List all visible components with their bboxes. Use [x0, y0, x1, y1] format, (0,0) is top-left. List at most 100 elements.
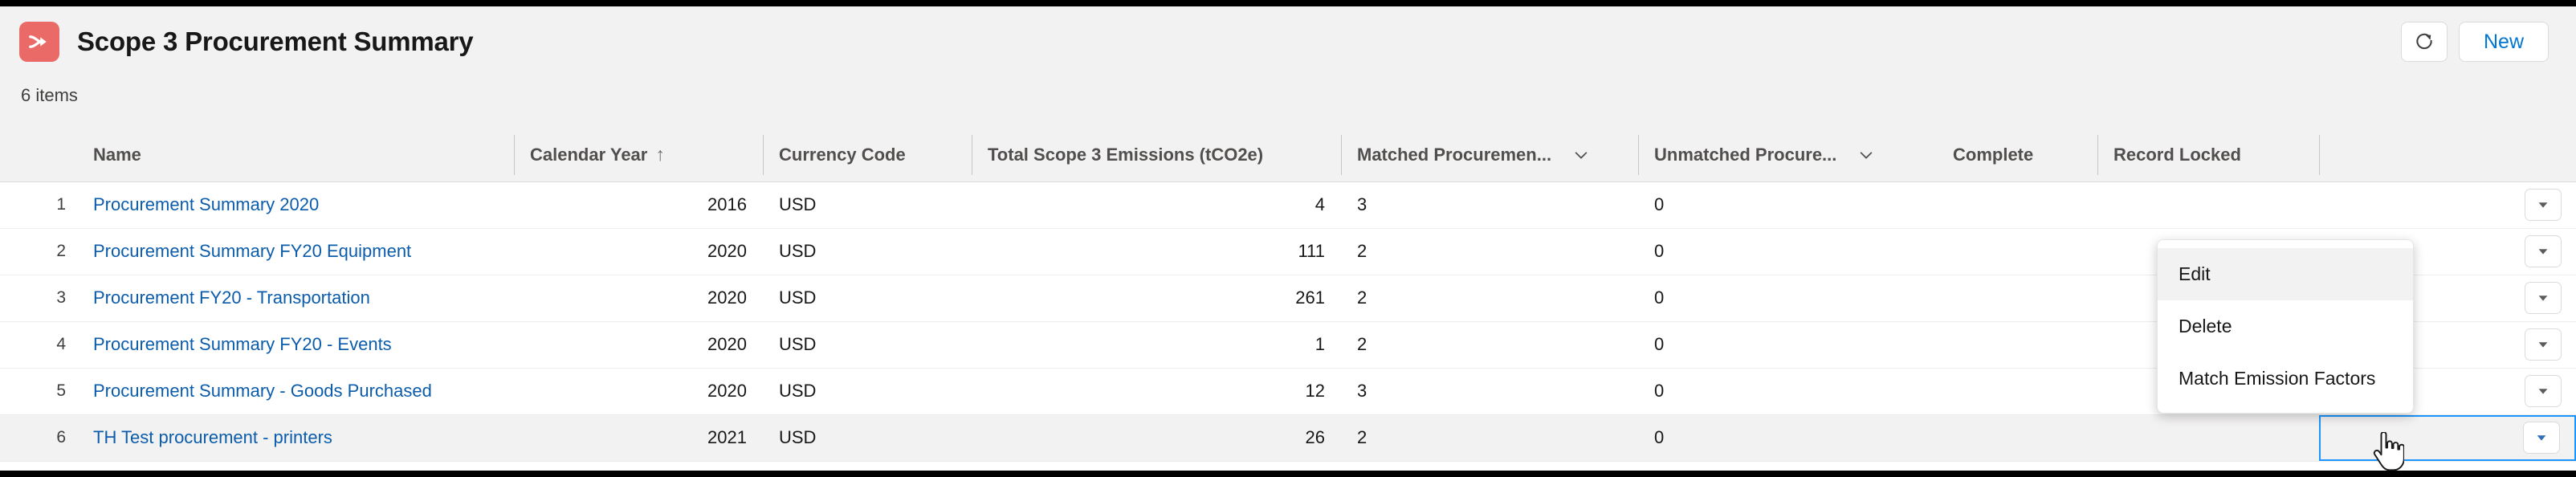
- caret-down-icon: [2534, 430, 2549, 445]
- row-actions-button[interactable]: [2523, 422, 2560, 454]
- cell-name[interactable]: Procurement Summary 2020: [77, 181, 514, 229]
- cell-complete: [1937, 228, 2097, 275]
- merge-arrow-icon: [19, 22, 59, 62]
- cell-currency-code: USD: [763, 414, 972, 462]
- column-header-matched-procurement-label: Matched Procuremen...: [1357, 144, 1552, 165]
- row-actions-menu: Edit Delete Match Emission Factors: [2157, 239, 2414, 414]
- record-link[interactable]: Procurement Summary FY20 - Events: [93, 334, 392, 354]
- cell-currency-code: USD: [763, 275, 972, 322]
- row-actions-button[interactable]: [2525, 235, 2562, 267]
- column-header-complete-label: Complete: [1953, 144, 2034, 165]
- cell-record-locked: [2097, 414, 2319, 462]
- cell-unmatched-procurement: 0: [1638, 228, 1937, 275]
- cell-complete: [1937, 368, 2097, 415]
- screen-edge-bottom: [0, 471, 2576, 477]
- cell-calendar-year: 2020: [514, 321, 763, 369]
- cell-name[interactable]: Procurement Summary - Goods Purchased: [77, 368, 514, 415]
- cell-calendar-year: 2020: [514, 368, 763, 415]
- cell-calendar-year: 2021: [514, 414, 763, 462]
- column-header-record-locked[interactable]: Record Locked: [2097, 128, 2319, 182]
- cell-name[interactable]: TH Test procurement - printers: [77, 414, 514, 462]
- cell-complete: [1937, 275, 2097, 322]
- cell-unmatched-procurement: 0: [1638, 181, 1937, 229]
- cell-matched-procurement: 2: [1341, 321, 1638, 369]
- cell-name[interactable]: Procurement FY20 - Transportation: [77, 275, 514, 322]
- column-header-total-emissions-label: Total Scope 3 Emissions (tCO2e): [988, 144, 1264, 165]
- record-link[interactable]: Procurement Summary FY20 Equipment: [93, 241, 411, 261]
- cell-actions: [2319, 181, 2576, 229]
- menu-item-match-emission-factors[interactable]: Match Emission Factors: [2158, 353, 2413, 405]
- cell-total-emissions: 111: [972, 228, 1341, 275]
- caret-down-icon: [2536, 198, 2550, 212]
- page-title: Scope 3 Procurement Summary: [77, 26, 474, 56]
- record-link[interactable]: Procurement Summary 2020: [93, 194, 319, 214]
- cell-total-emissions: 1: [972, 321, 1341, 369]
- cell-unmatched-procurement: 0: [1638, 368, 1937, 415]
- column-header-total-emissions[interactable]: Total Scope 3 Emissions (tCO2e): [972, 128, 1341, 182]
- column-header-actions: [2319, 128, 2576, 182]
- cell-matched-procurement: 2: [1341, 414, 1638, 462]
- row-number: 1: [0, 181, 77, 229]
- column-header-name-label: Name: [93, 144, 141, 165]
- cell-name[interactable]: Procurement Summary FY20 - Events: [77, 321, 514, 369]
- cell-calendar-year: 2020: [514, 275, 763, 322]
- cell-name[interactable]: Procurement Summary FY20 Equipment: [77, 228, 514, 275]
- cell-calendar-year: 2020: [514, 228, 763, 275]
- record-link[interactable]: Procurement FY20 - Transportation: [93, 287, 370, 308]
- cell-unmatched-procurement: 0: [1638, 321, 1937, 369]
- page-header: Scope 3 Procurement Summary New: [0, 6, 2576, 77]
- menu-item-edit[interactable]: Edit: [2158, 248, 2413, 300]
- cell-currency-code: USD: [763, 321, 972, 369]
- column-header-unmatched-procurement[interactable]: Unmatched Procure...: [1638, 128, 1937, 182]
- refresh-button[interactable]: [2400, 22, 2448, 62]
- cell-unmatched-procurement: 0: [1638, 414, 1937, 462]
- row-actions-button[interactable]: [2525, 282, 2562, 314]
- column-header-calendar-year-label: Calendar Year: [530, 144, 648, 165]
- table-row[interactable]: 1 Procurement Summary 2020 2016 USD 4 3 …: [0, 181, 2576, 229]
- item-count-label: 6 items: [21, 85, 78, 105]
- row-actions-button[interactable]: [2525, 189, 2562, 221]
- column-header-calendar-year[interactable]: Calendar Year ↑: [514, 128, 763, 182]
- cell-total-emissions: 261: [972, 275, 1341, 322]
- record-link[interactable]: Procurement Summary - Goods Purchased: [93, 381, 432, 401]
- table-row[interactable]: 6 TH Test procurement - printers 2021 US…: [0, 414, 2576, 462]
- row-number: 6: [0, 414, 77, 462]
- new-button[interactable]: New: [2458, 22, 2549, 62]
- cell-unmatched-procurement: 0: [1638, 275, 1937, 322]
- cell-total-emissions: 4: [972, 181, 1341, 229]
- record-link[interactable]: TH Test procurement - printers: [93, 427, 332, 447]
- row-number: 3: [0, 275, 77, 322]
- cell-complete: [1937, 321, 2097, 369]
- column-header-unmatched-procurement-label: Unmatched Procure...: [1654, 144, 1837, 165]
- row-number: 2: [0, 228, 77, 275]
- cell-calendar-year: 2016: [514, 181, 763, 229]
- menu-item-delete[interactable]: Delete: [2158, 300, 2413, 353]
- app-screen: Scope 3 Procurement Summary New 6 items: [0, 0, 2576, 477]
- cell-total-emissions: 26: [972, 414, 1341, 462]
- column-header-name[interactable]: Name: [77, 128, 514, 182]
- cell-currency-code: USD: [763, 368, 972, 415]
- sort-ascending-icon: ↑: [655, 144, 665, 165]
- row-number: 5: [0, 368, 77, 415]
- header-actions: New: [2400, 22, 2549, 62]
- chevron-down-icon[interactable]: [1857, 146, 1875, 164]
- cell-currency-code: USD: [763, 181, 972, 229]
- cell-complete: [1937, 414, 2097, 462]
- cell-currency-code: USD: [763, 228, 972, 275]
- cell-matched-procurement: 3: [1341, 368, 1638, 415]
- cell-matched-procurement: 2: [1341, 228, 1638, 275]
- chevron-down-icon[interactable]: [1572, 146, 1590, 164]
- column-header-record-locked-label: Record Locked: [2113, 144, 2241, 165]
- row-actions-button[interactable]: [2525, 375, 2562, 407]
- caret-down-icon: [2536, 244, 2550, 259]
- column-header-currency-code-label: Currency Code: [779, 144, 906, 165]
- column-header-matched-procurement[interactable]: Matched Procuremen...: [1341, 128, 1638, 182]
- cell-total-emissions: 12: [972, 368, 1341, 415]
- column-header-currency-code[interactable]: Currency Code: [763, 128, 972, 182]
- cell-actions: [2319, 414, 2576, 462]
- column-header-rownum: [0, 128, 77, 182]
- column-header-complete[interactable]: Complete: [1937, 128, 2097, 182]
- row-number: 4: [0, 321, 77, 369]
- row-actions-button[interactable]: [2525, 328, 2562, 361]
- cell-matched-procurement: 2: [1341, 275, 1638, 322]
